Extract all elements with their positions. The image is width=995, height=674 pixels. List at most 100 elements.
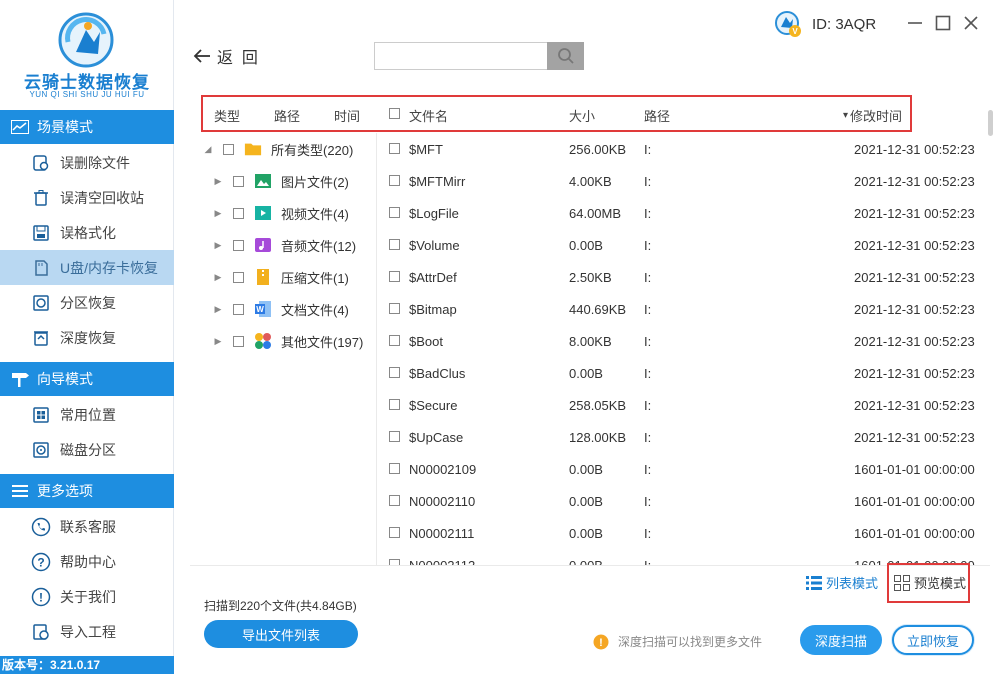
pane-divider[interactable] bbox=[376, 133, 377, 565]
file-row[interactable]: N00002111 0.00B I: 1601-01-01 00:00:00 bbox=[190, 517, 990, 549]
file-path: I: bbox=[644, 206, 652, 221]
user-id[interactable]: V ID: 3AQR bbox=[774, 10, 876, 38]
header-time[interactable]: 时间 bbox=[334, 106, 360, 125]
nav-help-center[interactable]: ? 帮助中心 bbox=[0, 544, 174, 579]
phone-icon bbox=[31, 517, 51, 537]
file-size: 128.00KB bbox=[569, 430, 627, 445]
search-field[interactable] bbox=[374, 42, 548, 70]
section-scenario-mode[interactable]: 场景模式 bbox=[0, 110, 174, 144]
file-modified: 1601-01-01 00:00:00 bbox=[854, 494, 975, 509]
nav-label: 误格式化 bbox=[60, 224, 116, 241]
file-name: N00002111 bbox=[409, 526, 475, 541]
file-size: 8.00KB bbox=[569, 334, 612, 349]
nav-label: 误删除文件 bbox=[60, 154, 130, 171]
file-row[interactable]: N00002110 0.00B I: 1601-01-01 00:00:00 bbox=[190, 485, 990, 517]
header-path-left[interactable]: 路径 bbox=[274, 106, 300, 125]
file-row[interactable]: $AttrDef 2.50KB I: 2021-12-31 00:52:23 bbox=[190, 261, 990, 293]
file-row[interactable]: $MFTMirr 4.00KB I: 2021-12-31 00:52:23 bbox=[190, 165, 990, 197]
file-row[interactable]: $Boot 8.00KB I: 2021-12-31 00:52:23 bbox=[190, 325, 990, 357]
file-row[interactable]: N000021120.00BI:1601-01-01 00:00:00 bbox=[190, 549, 990, 565]
preview-mode-button[interactable]: 预览模式 bbox=[894, 573, 966, 592]
list-mode-button[interactable]: 列表模式 bbox=[806, 573, 878, 592]
header-size[interactable]: 大小 bbox=[569, 106, 595, 125]
header-file-name[interactable]: 文件名 bbox=[409, 106, 448, 125]
file-checkbox[interactable] bbox=[389, 399, 400, 410]
nav-common-locations[interactable]: 常用位置 bbox=[0, 397, 174, 432]
file-row[interactable]: N00002109 0.00B I: 1601-01-01 00:00:00 bbox=[190, 453, 990, 485]
file-row[interactable]: $Secure 258.05KB I: 2021-12-31 00:52:23 bbox=[190, 389, 990, 421]
file-modified: 2021-12-31 00:52:23 bbox=[854, 174, 975, 189]
nav-label: U盘/内存卡恢复 bbox=[60, 259, 158, 276]
file-checkbox[interactable] bbox=[389, 527, 400, 538]
file-name: $UpCase bbox=[409, 430, 464, 445]
nav-format[interactable]: 误格式化 bbox=[0, 215, 174, 250]
file-checkbox[interactable] bbox=[389, 495, 400, 506]
section-label: 更多选项 bbox=[37, 483, 93, 499]
header-modified[interactable]: ▾ 修改时间 bbox=[843, 106, 902, 125]
nav-contact-support[interactable]: 联系客服 bbox=[0, 509, 174, 544]
format-disk-icon bbox=[31, 223, 51, 243]
select-all-checkbox[interactable] bbox=[389, 107, 400, 122]
svg-text:?: ? bbox=[37, 555, 44, 569]
svg-text:V: V bbox=[792, 27, 798, 36]
export-file-list-button[interactable]: 导出文件列表 bbox=[204, 620, 358, 648]
maximize-icon bbox=[935, 15, 951, 31]
back-button[interactable]: 返 回 bbox=[193, 44, 258, 68]
nav-label: 深度恢复 bbox=[60, 329, 116, 346]
file-checkbox[interactable] bbox=[389, 143, 400, 154]
file-checkbox[interactable] bbox=[389, 239, 400, 250]
file-name: $LogFile bbox=[409, 206, 459, 221]
file-checkbox[interactable] bbox=[389, 463, 400, 474]
app-subtitle: YUN QI SHI SHU JU HUI FU bbox=[29, 90, 145, 99]
search-input[interactable] bbox=[375, 43, 547, 69]
file-checkbox[interactable] bbox=[389, 303, 400, 314]
file-modified: 2021-12-31 00:52:23 bbox=[854, 398, 975, 413]
nav-disk-partition[interactable]: 磁盘分区 bbox=[0, 432, 174, 467]
nav-recycle-bin[interactable]: 误清空回收站 bbox=[0, 180, 174, 215]
nav-deep-recovery[interactable]: 深度恢复 bbox=[0, 320, 174, 355]
nav-label: 帮助中心 bbox=[60, 553, 116, 570]
nav-partition-recovery[interactable]: 分区恢复 bbox=[0, 285, 174, 320]
file-checkbox[interactable] bbox=[389, 335, 400, 346]
file-row[interactable]: $MFT 256.00KB I: 2021-12-31 00:52:23 bbox=[190, 133, 990, 165]
file-modified: 2021-12-31 00:52:23 bbox=[854, 142, 975, 157]
search-icon bbox=[557, 48, 574, 64]
file-checkbox[interactable] bbox=[389, 207, 400, 218]
file-modified: 2021-12-31 00:52:23 bbox=[854, 238, 975, 253]
info-icon: ! bbox=[31, 587, 51, 607]
file-row[interactable]: $UpCase 128.00KB I: 2021-12-31 00:52:23 bbox=[190, 421, 990, 453]
file-size: 258.05KB bbox=[569, 398, 627, 413]
file-path: I: bbox=[644, 430, 652, 445]
file-modified: 2021-12-31 00:52:23 bbox=[854, 334, 975, 349]
minimize-button[interactable] bbox=[905, 12, 925, 34]
maximize-button[interactable] bbox=[933, 12, 953, 34]
recover-now-button[interactable]: 立即恢复 bbox=[892, 625, 974, 655]
search-button[interactable] bbox=[547, 42, 584, 70]
section-more-options[interactable]: 更多选项 bbox=[0, 474, 174, 508]
file-row[interactable]: $LogFile 64.00MB I: 2021-12-31 00:52:23 bbox=[190, 197, 990, 229]
nav-mistaken-delete[interactable]: 误删除文件 bbox=[0, 145, 174, 180]
file-checkbox[interactable] bbox=[389, 431, 400, 442]
vip-avatar-icon: V bbox=[775, 11, 801, 37]
header-path[interactable]: 路径 bbox=[644, 106, 670, 125]
nav-import-project[interactable]: 导入工程 bbox=[0, 614, 174, 649]
file-row[interactable]: $Bitmap 440.69KB I: 2021-12-31 00:52:23 bbox=[190, 293, 990, 325]
section-label: 场景模式 bbox=[37, 119, 93, 135]
file-path: I: bbox=[644, 398, 652, 413]
nav-about-us[interactable]: ! 关于我们 bbox=[0, 579, 174, 614]
nav-label: 误清空回收站 bbox=[60, 189, 144, 206]
nav-usb-card[interactable]: U盘/内存卡恢复 bbox=[0, 250, 174, 285]
section-wizard-mode[interactable]: 向导模式 bbox=[0, 362, 174, 396]
menu-icon bbox=[10, 483, 30, 499]
file-row[interactable]: $BadClus 0.00B I: 2021-12-31 00:52:23 bbox=[190, 357, 990, 389]
file-checkbox[interactable] bbox=[389, 175, 400, 186]
close-button[interactable] bbox=[961, 12, 981, 34]
file-checkbox[interactable] bbox=[389, 367, 400, 378]
file-name: N00002112 bbox=[409, 558, 475, 565]
file-checkbox[interactable] bbox=[389, 271, 400, 282]
scrollbar[interactable] bbox=[988, 110, 993, 136]
deep-scan-button[interactable]: 深度扫描 bbox=[800, 625, 882, 655]
app-logo: 云骑士数据恢复 YUN QI SHI SHU JU HUI FU bbox=[0, 0, 174, 110]
header-type[interactable]: 类型 bbox=[214, 106, 240, 125]
file-row[interactable]: $Volume 0.00B I: 2021-12-31 00:52:23 bbox=[190, 229, 990, 261]
